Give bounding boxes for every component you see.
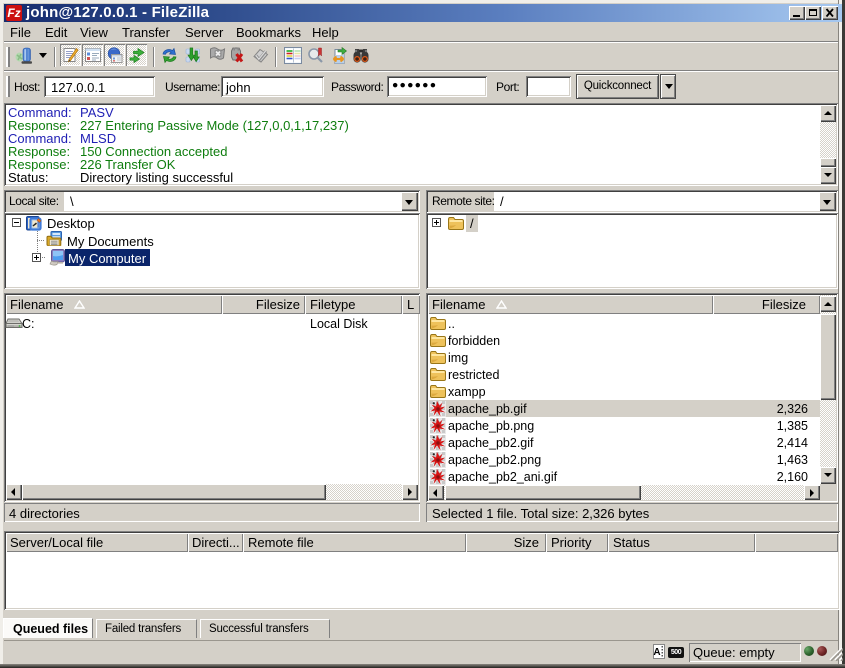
svg-text:A: A [653, 647, 660, 658]
